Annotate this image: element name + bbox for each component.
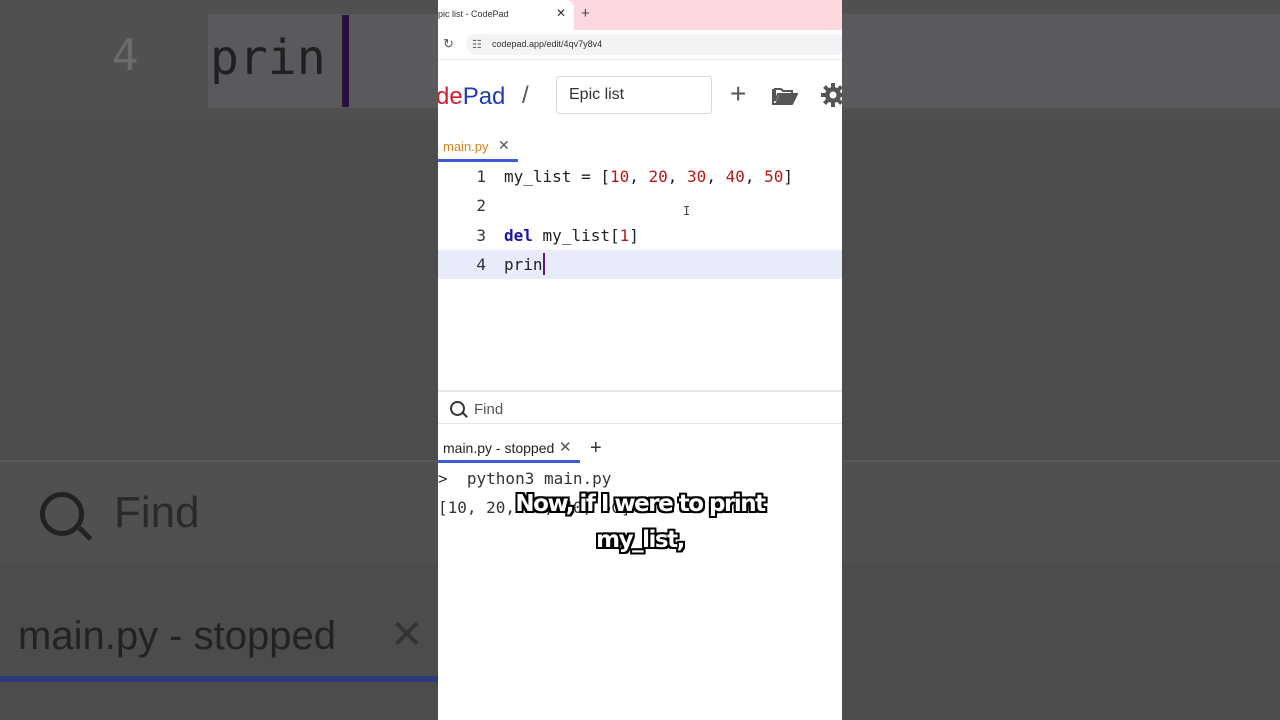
app-logo[interactable]: dePad: [438, 83, 505, 111]
project-name-input[interactable]: [556, 76, 712, 114]
line-number: 1: [476, 167, 486, 186]
app-header: dePad / +: [438, 60, 842, 134]
line-number: 4: [476, 255, 486, 274]
code-text: prin: [504, 253, 545, 275]
search-icon: [450, 401, 465, 416]
new-tab-button[interactable]: +: [581, 5, 590, 22]
background-tab-underline: [0, 676, 438, 682]
code-line[interactable]: 3 del my_list[1]: [438, 221, 842, 250]
background-tab-label: main.py - stopped: [18, 614, 336, 658]
code-line-active[interactable]: 4 prin: [438, 250, 842, 279]
breadcrumb-separator: /: [522, 82, 529, 109]
background-search-icon: [40, 492, 84, 536]
text-caret: [542, 253, 545, 275]
code-text: my_list = [10, 20, 30, 40, 50]: [504, 167, 794, 186]
close-icon[interactable]: ✕: [559, 438, 572, 456]
add-file-button[interactable]: +: [730, 80, 746, 108]
caption-line: Now, if I were to print: [515, 491, 766, 517]
new-terminal-button[interactable]: +: [590, 437, 602, 460]
close-icon[interactable]: ✕: [556, 6, 566, 20]
site-settings-icon[interactable]: ☷: [472, 38, 482, 51]
code-text: del my_list[1]: [504, 226, 639, 245]
file-tab-label: main.py: [443, 139, 489, 154]
folder-open-icon[interactable]: [772, 86, 798, 106]
browser-tab-bar: pic list - CodePad ✕ +: [438, 0, 842, 30]
background-find-label: Find: [114, 488, 200, 537]
url-text: codepad.app/edit/4qv7y8v4: [492, 39, 603, 49]
code-editor[interactable]: 1 my_list = [10, 20, 30, 40, 50] 2 3 del…: [438, 162, 842, 390]
terminal-tab-label: main.py - stopped: [443, 440, 555, 456]
video-caption: Now, if I were to print my_list,: [440, 486, 840, 558]
browser-tab-title: pic list - CodePad: [438, 9, 509, 19]
line-number: 2: [476, 196, 486, 215]
line-number: 3: [476, 226, 486, 245]
terminal-tab[interactable]: main.py - stopped ✕: [438, 434, 580, 463]
find-bar: [438, 390, 842, 424]
ibeam-cursor-icon: I: [683, 204, 691, 218]
terminal-tab-bar: main.py - stopped ✕ +: [438, 434, 842, 464]
address-bar: ↻ ☷ codepad.app/edit/4qv7y8v4: [438, 30, 842, 60]
background-caret: [342, 15, 349, 107]
background-close-icon: ✕: [390, 613, 424, 657]
background-line-number: 4: [112, 30, 139, 81]
background-code-text: prin: [210, 30, 326, 86]
gear-icon[interactable]: [820, 82, 842, 108]
code-line[interactable]: 1 my_list = [10, 20, 30, 40, 50]: [438, 162, 842, 191]
browser-tab[interactable]: pic list - CodePad ✕: [438, 0, 574, 30]
file-tab-main[interactable]: main.py ✕: [438, 134, 518, 162]
screen-panel: pic list - CodePad ✕ + ↻ ☷ codepad.app/e…: [438, 0, 842, 720]
reload-icon[interactable]: ↻: [443, 36, 454, 52]
close-icon[interactable]: ✕: [498, 137, 510, 154]
find-input[interactable]: [472, 397, 776, 421]
file-tab-bar: main.py ✕: [438, 134, 842, 163]
code-line[interactable]: 2: [438, 191, 842, 220]
caption-line: my_list,: [596, 527, 685, 553]
